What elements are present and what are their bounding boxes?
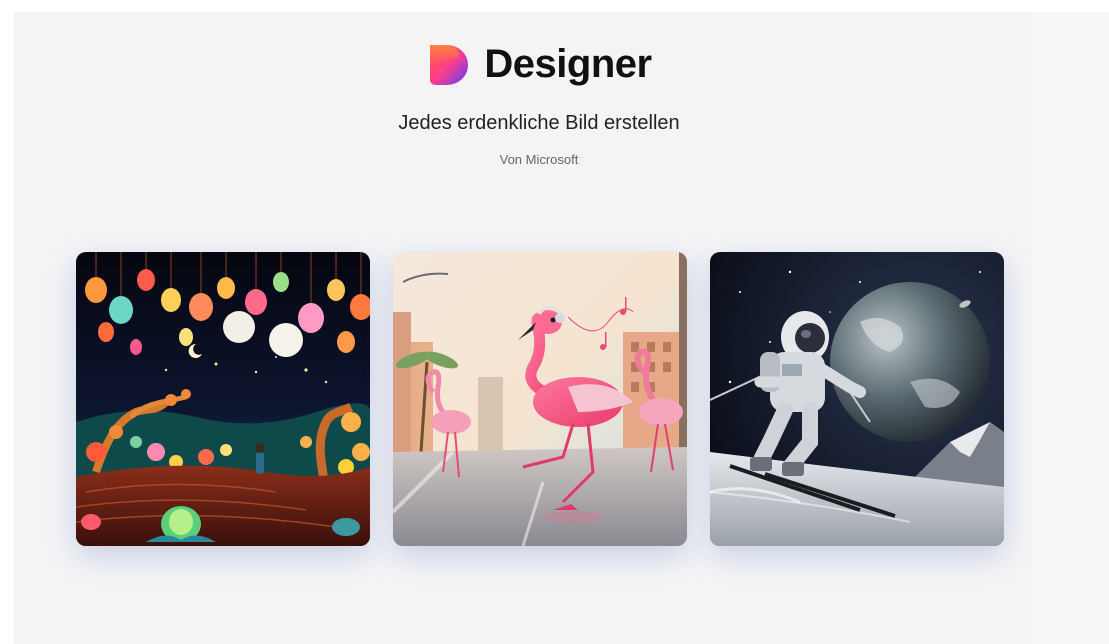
brand-header: Designer (14, 42, 1064, 87)
tagline: Jedes erdenkliche Bild erstellen (398, 112, 680, 134)
astronaut-ski-image (710, 252, 1004, 546)
image-gallery (76, 252, 1004, 546)
gallery-card-lanterns[interactable] (76, 252, 370, 546)
scroll-gutter (1032, 12, 1109, 644)
flamingo-street-image (393, 252, 687, 546)
lantern-night-image (76, 252, 370, 546)
gallery-card-astronaut[interactable] (710, 252, 1004, 546)
page: Designer Jedes erdenkliche Bild erstelle… (14, 12, 1109, 644)
app-title: Designer (484, 42, 652, 86)
designer-logo-icon (430, 44, 469, 85)
byline: Von Microsoft (499, 152, 579, 167)
gallery-card-flamingos[interactable] (393, 252, 687, 546)
